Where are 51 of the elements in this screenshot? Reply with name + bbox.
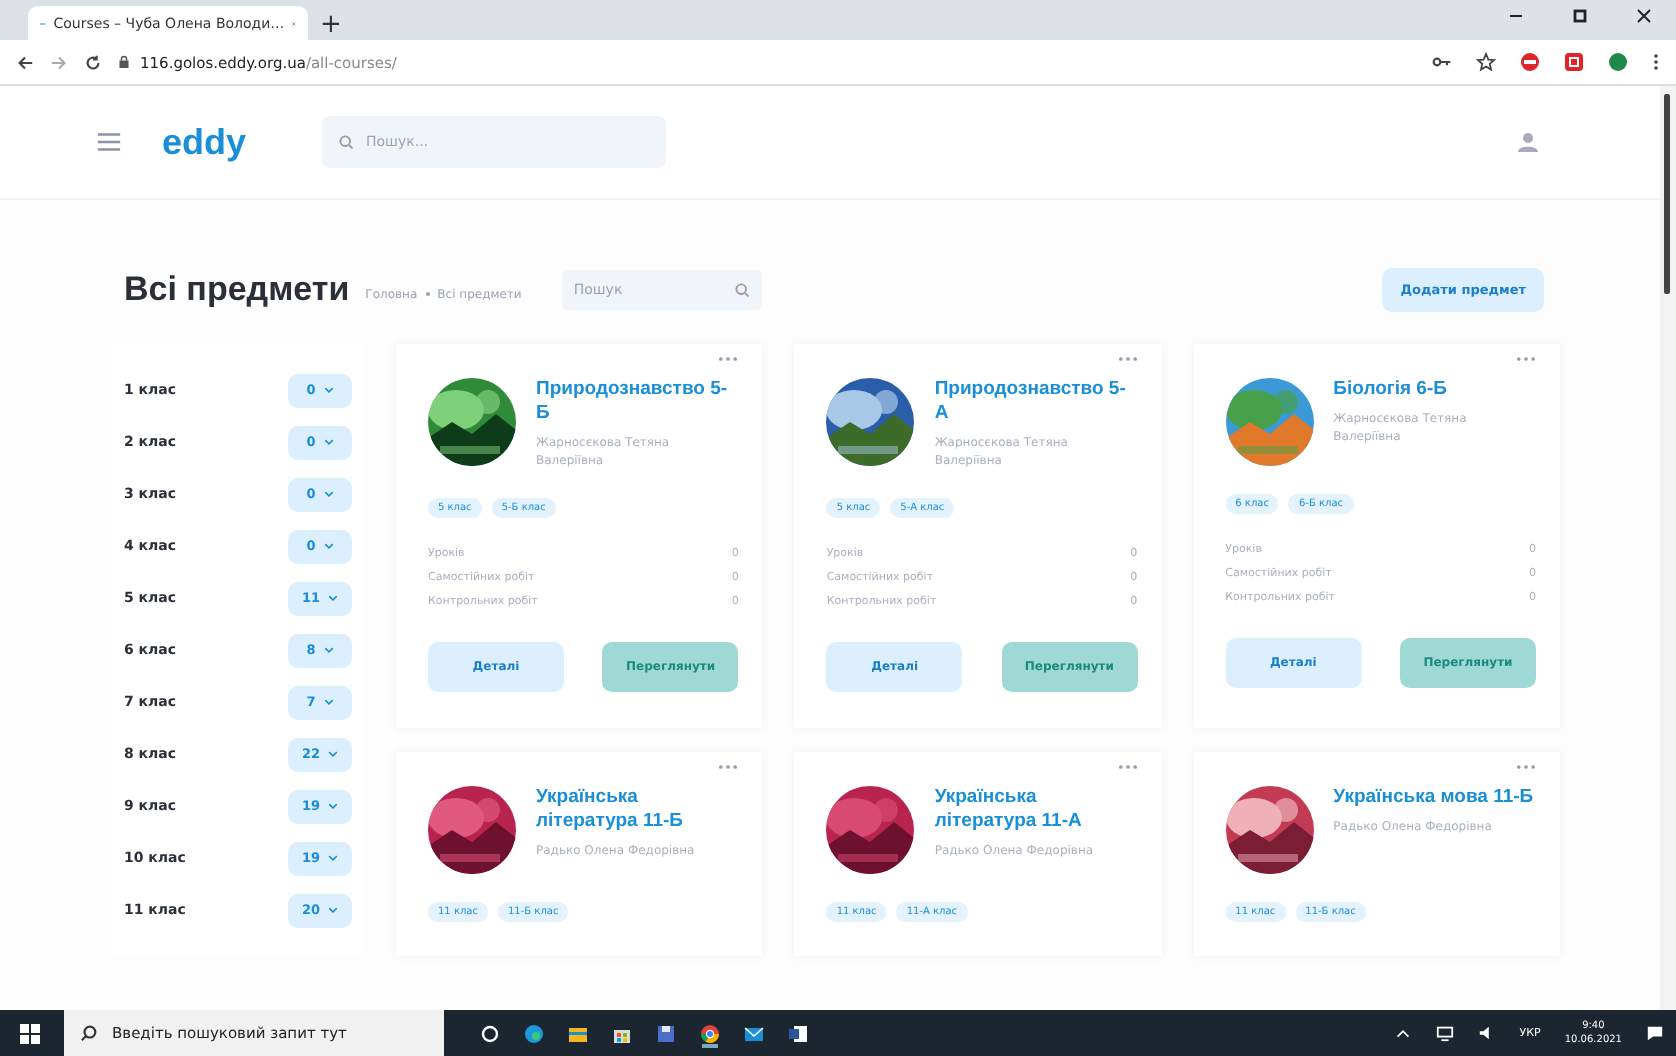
page-title: Всі предмети xyxy=(124,270,350,310)
caret-icon xyxy=(323,490,334,498)
more-icon[interactable] xyxy=(1117,763,1138,769)
chevron-up-icon[interactable] xyxy=(1393,1024,1412,1042)
caret-icon xyxy=(328,594,339,602)
course-title[interactable]: Українська література 11-А xyxy=(934,785,1138,833)
key-icon[interactable] xyxy=(1432,52,1452,72)
course-title[interactable]: Природознавство 5-А xyxy=(934,378,1138,426)
search-icon xyxy=(338,134,355,150)
caret-icon xyxy=(328,906,339,914)
search-icon xyxy=(80,1024,98,1042)
lock-icon xyxy=(118,54,130,70)
more-icon[interactable] xyxy=(718,356,739,362)
caret-icon xyxy=(328,802,339,810)
reload-icon[interactable] xyxy=(84,53,102,71)
star-icon[interactable] xyxy=(1476,52,1496,72)
notification-icon[interactable] xyxy=(1646,1024,1664,1042)
task-view-icon[interactable] xyxy=(480,1023,500,1043)
stop-sign-icon[interactable] xyxy=(1520,52,1540,72)
more-icon[interactable] xyxy=(718,763,739,769)
mail-icon[interactable] xyxy=(744,1023,764,1043)
caret-icon xyxy=(323,386,334,394)
more-icon[interactable] xyxy=(1515,356,1536,362)
course-title[interactable]: Українська література 11-Б xyxy=(536,785,739,833)
folder-icon[interactable] xyxy=(568,1023,588,1043)
search-icon xyxy=(733,282,750,298)
new-tab-button[interactable]: + xyxy=(308,12,354,40)
back-icon[interactable] xyxy=(16,53,34,71)
extension-icon[interactable] xyxy=(1564,52,1584,72)
chrome-icon[interactable] xyxy=(700,1023,720,1043)
course-title[interactable]: Українська мова 11-Б xyxy=(1333,785,1536,809)
network-icon[interactable] xyxy=(1435,1024,1454,1042)
breadcrumb-separator xyxy=(425,292,430,296)
caret-icon xyxy=(328,854,339,862)
caret-icon xyxy=(323,646,334,654)
restore-icon[interactable] xyxy=(1570,6,1590,26)
menu-icon[interactable] xyxy=(1652,52,1660,72)
caret-icon xyxy=(323,542,334,550)
close-icon[interactable] xyxy=(1634,6,1654,26)
windows-start-icon[interactable] xyxy=(20,1023,40,1043)
profile-icon[interactable] xyxy=(1608,52,1628,72)
more-icon[interactable] xyxy=(1515,763,1536,769)
logo[interactable]: eddy xyxy=(162,121,247,163)
more-icon[interactable] xyxy=(1117,356,1138,362)
caret-icon xyxy=(323,438,334,446)
edge-icon[interactable] xyxy=(524,1023,544,1043)
course-title[interactable]: Природознавство 5-Б xyxy=(536,378,739,426)
course-title[interactable]: Біологія 6-Б xyxy=(1333,378,1536,402)
word-icon[interactable] xyxy=(788,1023,808,1043)
caret-icon xyxy=(323,698,334,706)
caret-icon xyxy=(328,750,339,758)
